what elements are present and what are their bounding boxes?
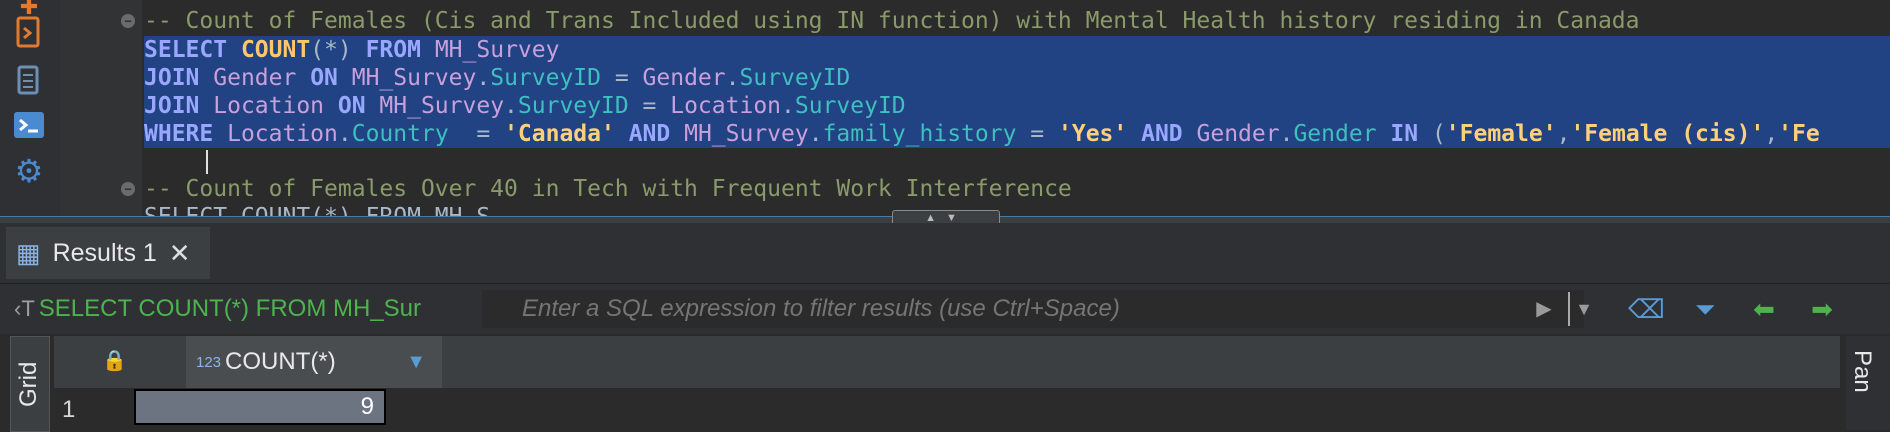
- code-token: 'Yes': [1058, 121, 1128, 147]
- lock-icon: 🔒: [102, 350, 127, 372]
- code-token: MH_Survey: [351, 65, 477, 91]
- column-type-badge: 123: [196, 353, 222, 371]
- sort-dropdown-icon[interactable]: ▼: [406, 351, 426, 374]
- back-arrow-icon[interactable]: ⬅: [1742, 292, 1786, 326]
- results-tab-bar: ▦ Results 1 ✕: [0, 223, 1890, 284]
- code-line-where: WHERE Location.Country = 'Canada' AND MH…: [144, 120, 1820, 148]
- code-token: WHERE: [144, 121, 228, 147]
- query-preview-text: SELECT COUNT(*) FROM MH_Sur: [38, 295, 422, 322]
- panels-tab-label: Pan: [1849, 350, 1876, 393]
- panels-tab[interactable]: Pan: [1846, 336, 1890, 430]
- comment-line: -- Count of Females Over 40 in Tech with…: [144, 176, 1072, 202]
- fold-toggle-icon[interactable]: −: [121, 14, 135, 28]
- close-icon[interactable]: ✕: [169, 238, 191, 269]
- script-icon[interactable]: [10, 14, 48, 52]
- code-token: Gender: [1293, 121, 1377, 147]
- console-icon[interactable]: [10, 106, 48, 144]
- filter-toolbar: ‹T SELECT COUNT(*) FROM MH_Sur ⛶ ▶ ▼ ⌫ ⏷…: [0, 284, 1890, 334]
- code-token: Gender: [1196, 121, 1280, 147]
- query-preview[interactable]: ‹T SELECT COUNT(*) FROM MH_Sur: [14, 290, 476, 328]
- code-token: COUNT: [240, 37, 311, 63]
- code-token: ON: [337, 93, 380, 119]
- code-token: SurveyID: [490, 65, 601, 91]
- fold-toggle-icon[interactable]: −: [121, 182, 135, 196]
- code-line-partial: SELECT COUNT(*) FROM MH_S: [144, 203, 490, 216]
- code-token: ,: [1556, 121, 1571, 147]
- code-token: Country: [351, 121, 449, 147]
- text-type-icon: ‹T: [14, 296, 35, 321]
- code-token: =: [1016, 121, 1058, 147]
- code-token: SELECT: [144, 37, 241, 63]
- filter-input[interactable]: [482, 290, 1584, 328]
- code-token: (: [1431, 121, 1446, 147]
- code-token: FROM: [365, 37, 435, 63]
- code-token: 'Female (cis)': [1570, 121, 1765, 147]
- code-token: 'Female': [1445, 121, 1557, 147]
- code-token: Location: [227, 121, 338, 147]
- code-token: (*): [310, 37, 366, 63]
- code-token: family_history: [822, 121, 1017, 147]
- filter-history-dropdown-icon[interactable]: ▼: [1568, 292, 1598, 326]
- text-cursor: [206, 150, 208, 174]
- code-token: AND: [614, 121, 685, 147]
- code-token: Location: [213, 93, 338, 119]
- code-token: SurveyID: [794, 93, 906, 119]
- eraser-icon[interactable]: ⌫: [1628, 292, 1665, 326]
- code-token: ON: [310, 65, 352, 91]
- code-token: JOIN: [144, 93, 214, 119]
- grid-icon: ▦: [16, 237, 41, 268]
- code-line-join-gender: JOIN Gender ON MH_Survey.SurveyID = Gend…: [144, 64, 850, 92]
- code-token: MH_Survey: [434, 37, 560, 63]
- column-header-count[interactable]: 123 COUNT(*) ▼: [186, 336, 442, 388]
- table-row[interactable]: 1 9: [54, 389, 1840, 430]
- code-token: .: [1279, 121, 1294, 147]
- sql-editor[interactable]: − -- Count of Females (Cis and Trans Inc…: [60, 0, 1890, 216]
- code-token: =: [448, 121, 505, 147]
- code-line-join-location: JOIN Location ON MH_Survey.SurveyID = Lo…: [144, 92, 906, 120]
- tab-label: Results 1: [52, 238, 157, 267]
- comment-line: -- Count of Females (Cis and Trans Inclu…: [144, 8, 1640, 34]
- code-token: AND: [1127, 121, 1197, 147]
- grid-view-label: Grid: [15, 361, 42, 407]
- code-token: .: [781, 93, 795, 119]
- code-token: .: [337, 121, 352, 147]
- code-token: =: [601, 65, 643, 91]
- code-token: .: [504, 93, 518, 119]
- code-token: IN: [1376, 121, 1432, 147]
- row-number: 1: [62, 396, 76, 423]
- grid-view-tab[interactable]: Grid: [10, 336, 50, 432]
- code-token: MH_Survey: [684, 121, 809, 147]
- apply-filter-icon[interactable]: ▶: [1532, 292, 1556, 326]
- funnel-icon[interactable]: ⏷: [1690, 292, 1720, 326]
- outline-icon[interactable]: [10, 62, 48, 100]
- forward-arrow-icon[interactable]: ➡: [1800, 292, 1844, 326]
- code-token: .: [808, 121, 823, 147]
- code-token: SurveyID: [739, 65, 851, 91]
- code-token: .: [476, 65, 491, 91]
- code-token: .: [725, 65, 740, 91]
- code-token: 'Fe: [1778, 121, 1820, 147]
- code-token: Gender: [642, 65, 726, 91]
- code-token: JOIN: [144, 65, 214, 91]
- code-token: MH_Survey: [379, 93, 505, 119]
- table-cell[interactable]: 9: [134, 389, 386, 425]
- code-token: ,: [1764, 121, 1779, 147]
- settings-icon[interactable]: ⚙: [10, 152, 48, 190]
- results-grid-area: Grid 🔒 123 COUNT(*) ▼ 1 9 Pan: [0, 336, 1890, 432]
- code-token: Gender: [213, 65, 311, 91]
- tab-results-1[interactable]: ▦ Results 1 ✕: [6, 227, 210, 279]
- code-line-select: SELECT COUNT(*) FROM MH_Survey: [144, 36, 559, 64]
- code-token: 'Canada': [504, 121, 615, 147]
- grid-header: 🔒 123 COUNT(*) ▼: [54, 336, 1840, 388]
- column-name: COUNT(*): [225, 348, 336, 375]
- code-token: =: [628, 93, 671, 119]
- code-token: SurveyID: [517, 93, 629, 119]
- tool-strip: ✚ ⚙: [0, 0, 61, 216]
- code-token: Location: [670, 93, 782, 119]
